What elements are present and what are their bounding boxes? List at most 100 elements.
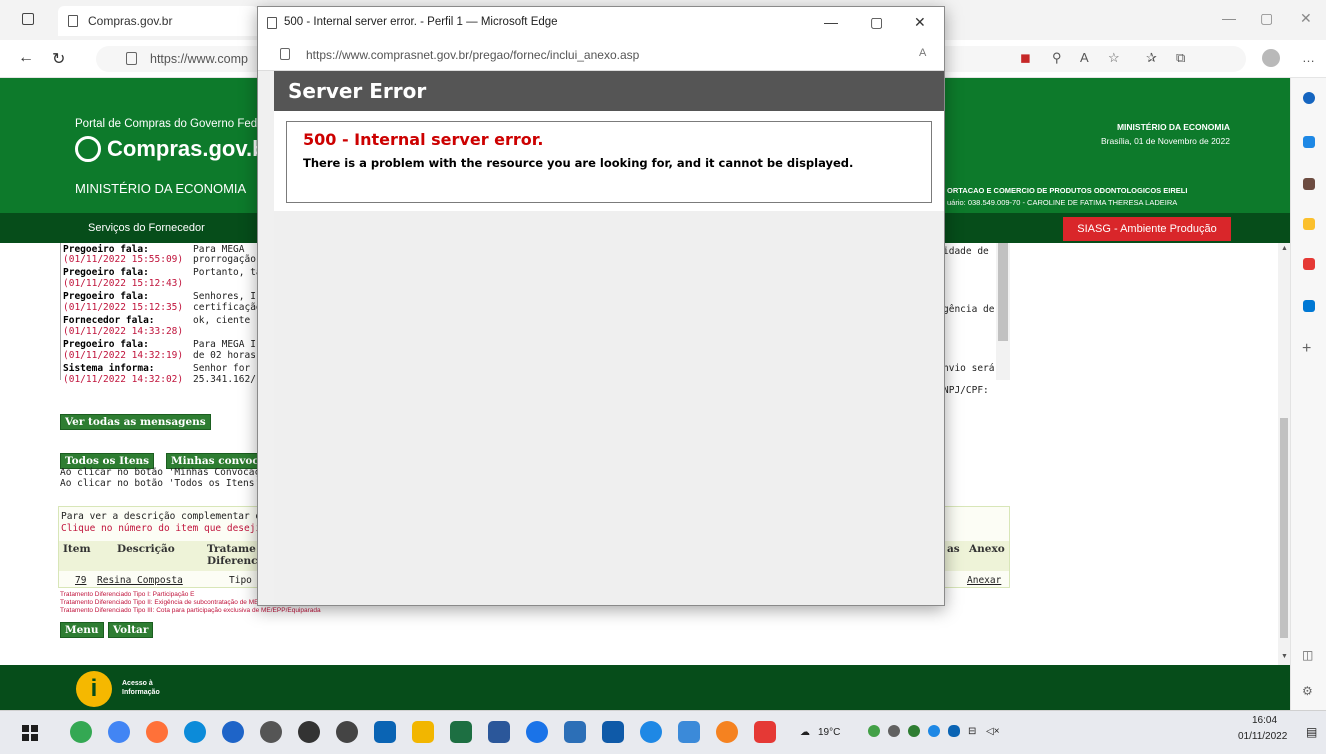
collections-icon[interactable]: ⧉ <box>1176 50 1185 66</box>
outlook-icon[interactable] <box>1303 300 1315 312</box>
tray-icon[interactable] <box>928 725 940 737</box>
clock-time[interactable]: 16:04 <box>1252 715 1277 726</box>
popup-empty-body <box>274 211 944 605</box>
error-heading: 500 - Internal server error. <box>303 130 544 149</box>
games-icon[interactable] <box>1303 218 1315 230</box>
word-icon[interactable] <box>488 721 510 743</box>
message-row: (01/11/2022 15:55:09) prorrogação <box>63 254 256 265</box>
weather-icon[interactable]: ☁ <box>800 727 810 738</box>
item-number-link[interactable]: 79 <box>75 575 86 586</box>
file-explorer-icon[interactable] <box>412 721 434 743</box>
voltar-button[interactable]: Voltar <box>108 622 154 638</box>
sidebar-layout-icon[interactable]: ◫ <box>1302 648 1313 662</box>
close-icon[interactable]: ✕ <box>1300 10 1312 27</box>
message-row: Pregoeiro fala: Portanto, tal <box>63 267 268 278</box>
edge-icon[interactable] <box>184 721 206 743</box>
logo-text: Compras.gov.br <box>107 136 275 161</box>
chrome-profile-icon[interactable] <box>108 721 130 743</box>
refresh-icon[interactable]: ↻ <box>52 49 65 69</box>
acesso-informacao-label[interactable]: Acesso à Informação <box>122 679 160 697</box>
acesso-line-2: Informação <box>122 689 160 696</box>
popup-title-bar: 500 - Internal server error. - Perfil 1 … <box>258 7 944 39</box>
th-item: Item <box>63 543 91 555</box>
acesso-informacao-icon[interactable]: i <box>76 671 112 707</box>
office-icon[interactable] <box>1303 258 1315 270</box>
message-right-fragment: gência de <box>943 304 995 315</box>
popup-close-icon[interactable]: ✕ <box>914 14 926 31</box>
info-line: Ao clicar no botão 'Minhas Convocaçõ <box>60 467 266 478</box>
minimize-icon[interactable]: — <box>1222 10 1236 26</box>
read-aloud-icon[interactable]: A <box>1080 50 1089 65</box>
lock-icon <box>280 48 290 60</box>
page-icon <box>68 15 78 27</box>
clock-date[interactable]: 01/11/2022 <box>1238 731 1287 742</box>
restore-icon[interactable]: ▢ <box>1260 10 1273 27</box>
tray-icon[interactable] <box>908 725 920 737</box>
company-name: ORTACAO E COMERCIO DE PRODUTOS ODONTOLOG… <box>947 186 1188 195</box>
server-error-header: Server Error <box>274 71 944 111</box>
favorite-add-icon[interactable]: ☆ <box>1108 50 1120 66</box>
scroll-up-icon[interactable]: ▲ <box>1281 245 1288 252</box>
anexar-link[interactable]: Anexar <box>967 575 1001 586</box>
volume-icon[interactable]: ◁× <box>986 726 1000 737</box>
ministerio-right: MINISTÉRIO DA ECONOMIA <box>1116 122 1230 132</box>
temperature[interactable]: 19°C <box>818 727 840 738</box>
messages-scrollbar[interactable] <box>996 243 1010 380</box>
read-aloud-icon[interactable]: A <box>919 47 926 59</box>
menu-servicos-fornecedor[interactable]: Serviços do Fornecedor <box>88 222 205 234</box>
network-icon[interactable]: ⊟ <box>968 726 976 737</box>
app-icon[interactable] <box>602 721 624 743</box>
outlook-icon[interactable] <box>374 721 396 743</box>
shopping-icon[interactable] <box>1303 136 1315 148</box>
edge-sidebar: + ◫ ⚙ <box>1290 78 1326 710</box>
page-scrollbar[interactable]: ▲ ▼ <box>1278 243 1290 665</box>
page-scroll-thumb[interactable] <box>1280 418 1288 638</box>
scroll-down-icon[interactable]: ▼ <box>1281 653 1288 660</box>
tracking-icon[interactable]: ◼ <box>1020 50 1031 66</box>
windows-start-icon[interactable] <box>22 725 38 741</box>
app-icon[interactable] <box>298 721 320 743</box>
url-text[interactable]: https://www.comp <box>150 52 248 66</box>
tab-actions-icon[interactable] <box>22 13 34 25</box>
favorites-icon[interactable]: ✰ <box>1146 50 1157 66</box>
key-icon[interactable]: ⚲ <box>1052 50 1062 66</box>
browser-tab[interactable]: Compras.gov.br <box>58 6 258 36</box>
popup-minimize-icon[interactable]: — <box>824 14 838 30</box>
internet-explorer-icon[interactable] <box>222 721 244 743</box>
message-row: Fornecedor fala: ok, ciente ! <box>63 315 262 326</box>
ver-todas-mensagens-button[interactable]: Ver todas as mensagens <box>60 414 211 430</box>
acesso-line-1: Acesso à <box>122 680 153 687</box>
app-icon[interactable] <box>640 721 662 743</box>
app-icon[interactable] <box>716 721 738 743</box>
firefox-icon[interactable] <box>146 721 168 743</box>
th-respostas: as <box>947 543 960 555</box>
tray-icon[interactable] <box>888 725 900 737</box>
tray-icon[interactable] <box>948 725 960 737</box>
compras-logo[interactable]: Compras.gov.br <box>75 136 274 162</box>
message-row: (01/11/2022 15:12:35) certificação <box>63 302 262 313</box>
excel-icon[interactable] <box>450 721 472 743</box>
search-icon[interactable] <box>1303 92 1315 104</box>
popup-url[interactable]: https://www.comprasnet.gov.br/pregao/for… <box>306 48 639 62</box>
message-row: Sistema informa: Senhor for <box>63 363 251 374</box>
popup-maximize-icon[interactable]: ▢ <box>870 14 883 31</box>
add-icon[interactable]: + <box>1302 340 1311 358</box>
more-icon[interactable]: … <box>1302 50 1315 65</box>
tray-icon[interactable] <box>868 725 880 737</box>
tools-icon[interactable] <box>1303 178 1315 190</box>
menu-button[interactable]: Menu <box>60 622 104 638</box>
back-icon[interactable]: ← <box>18 49 34 67</box>
app-icon[interactable] <box>260 721 282 743</box>
notifications-icon[interactable]: ▤ <box>1306 725 1317 739</box>
teamviewer-icon[interactable] <box>526 721 548 743</box>
settings-icon[interactable]: ⚙ <box>1302 684 1313 698</box>
app-icon[interactable] <box>336 721 358 743</box>
app-icon[interactable] <box>678 721 700 743</box>
profile-avatar[interactable] <box>1262 49 1280 67</box>
app-icon[interactable] <box>564 721 586 743</box>
item-description-link[interactable]: Resina Composta <box>97 575 183 586</box>
messages-scroll-thumb[interactable] <box>998 243 1008 341</box>
user-info: uário: 038.549.009-70 - CAROLINE DE FATI… <box>947 198 1178 207</box>
chrome-icon[interactable] <box>70 721 92 743</box>
acrobat-icon[interactable] <box>754 721 776 743</box>
